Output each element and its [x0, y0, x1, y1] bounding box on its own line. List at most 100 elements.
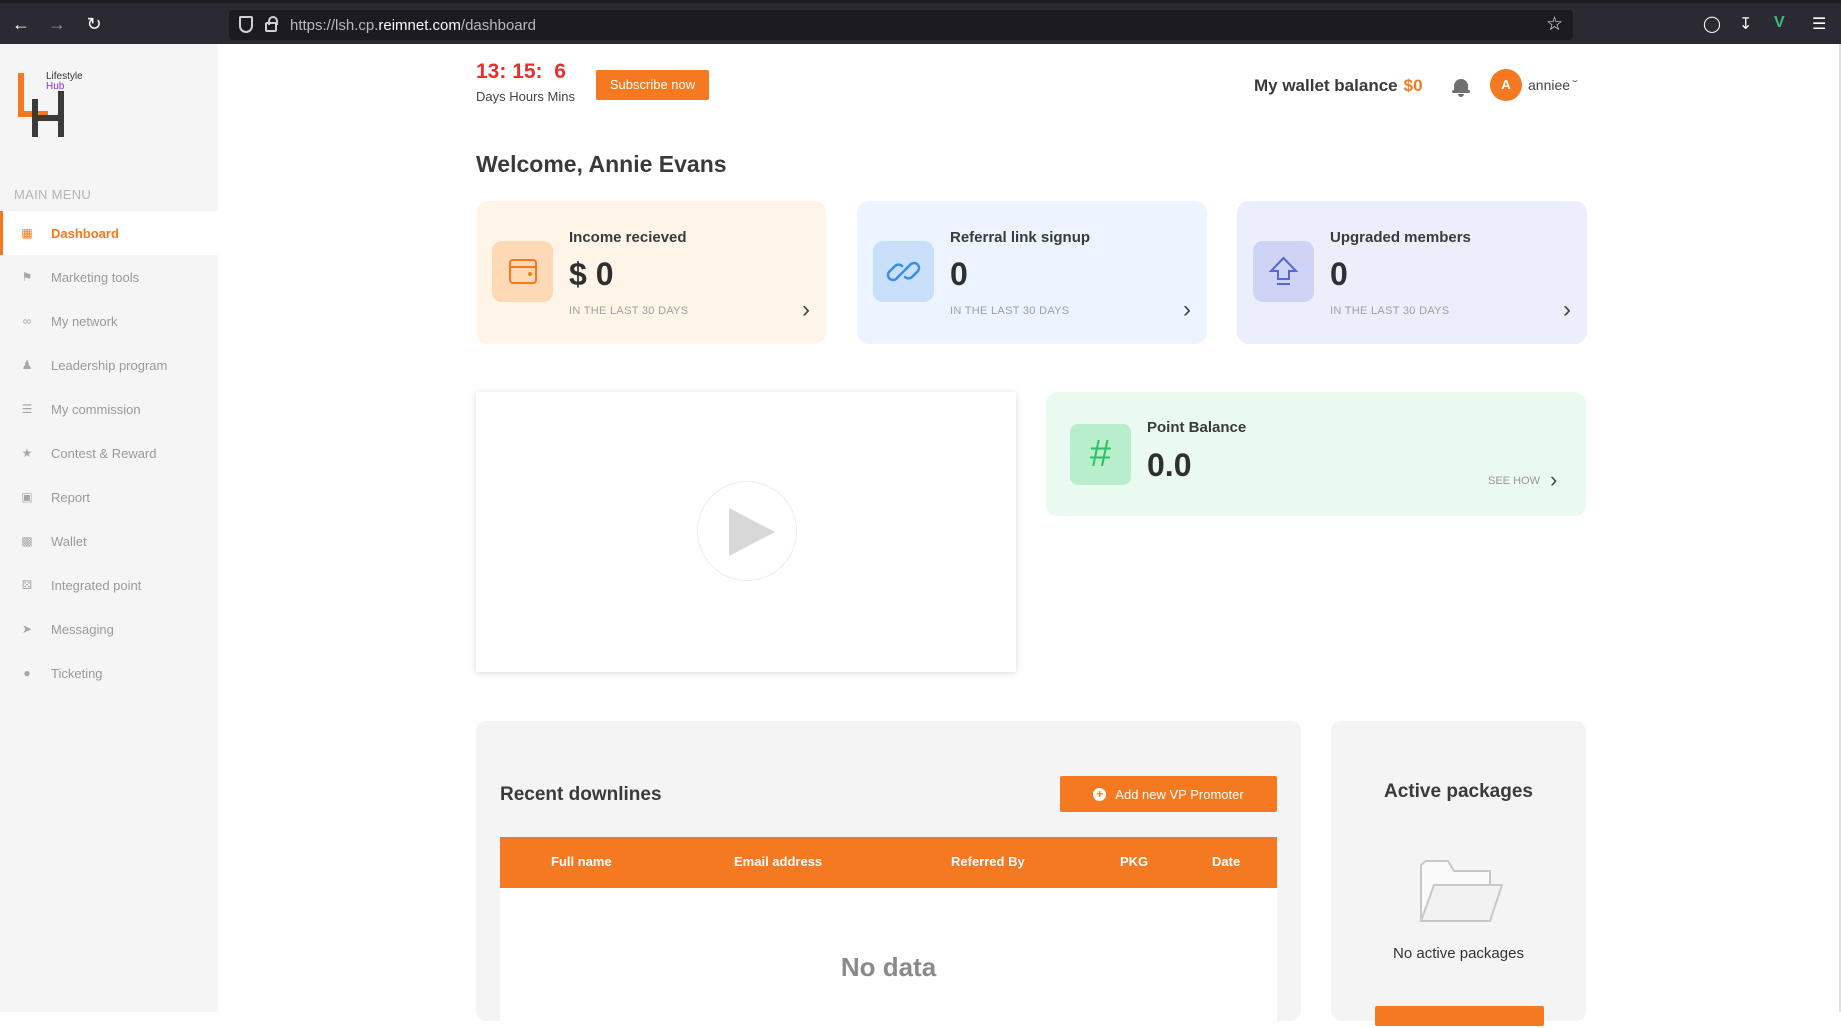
- countdown-units: Days Hours Mins: [476, 89, 575, 104]
- lock-icon[interactable]: [265, 16, 278, 32]
- network-icon: ∞: [22, 314, 32, 328]
- sidebar-item-label: Integrated point: [51, 577, 142, 593]
- megaphone-icon: ⚑: [21, 270, 33, 284]
- video-player[interactable]: [476, 392, 1016, 672]
- point-balance-card: # Point Balance 0.0 SEE HOW ›: [1046, 392, 1586, 516]
- sidebar-item-label: Messaging: [51, 621, 114, 637]
- upgraded-members-card[interactable]: Upgraded members 0 IN THE LAST 30 DAYS ›: [1237, 201, 1587, 344]
- link-icon: [873, 241, 934, 302]
- stat-value: $ 0: [569, 256, 614, 292]
- chevron-right-icon[interactable]: ›: [1183, 296, 1191, 324]
- empty-state: No data: [840, 952, 937, 982]
- download-icon[interactable]: ↧: [1739, 14, 1752, 34]
- table-header: Full name Email address Referred By PKG …: [500, 837, 1277, 888]
- wallet-label: My wallet balance: [1254, 76, 1398, 95]
- sidebar-item-integrated-point[interactable]: ⚄ Integrated point: [0, 563, 218, 607]
- packages-empty-text: No active packages: [1393, 945, 1524, 962]
- sidebar-item-report[interactable]: ▣ Report: [0, 475, 218, 519]
- recent-downlines-panel: Recent downlines + Add new VP Promoter F…: [476, 721, 1301, 1028]
- wallet-icon: [492, 241, 553, 302]
- referral-signup-card[interactable]: Referral link signup 0 IN THE LAST 30 DA…: [857, 201, 1207, 344]
- sidebar-item-label: Contest & Reward: [51, 445, 157, 461]
- sidebar-item-marketing-tools[interactable]: ⚑ Marketing tools: [0, 255, 218, 299]
- add-button-label: Add new VP Promoter: [1115, 786, 1244, 802]
- empty-folder-icon: [1418, 857, 1504, 930]
- chevron-down-icon[interactable]: ˇ: [1572, 78, 1578, 92]
- see-how-link[interactable]: SEE HOW: [1488, 475, 1540, 487]
- reload-icon[interactable]: ↻: [83, 13, 105, 35]
- stat-footnote: IN THE LAST 30 DAYS: [1330, 305, 1450, 317]
- stat-value: 0: [1330, 256, 1348, 292]
- sidebar-item-label: My network: [51, 313, 118, 329]
- shield-icon[interactable]: [239, 16, 253, 33]
- stat-title: Upgraded members: [1330, 229, 1471, 246]
- stat-value: 0: [950, 256, 968, 292]
- stat-footnote: IN THE LAST 30 DAYS: [569, 305, 689, 317]
- lifestyle-hub-logo[interactable]: Lifestyle Hub: [16, 69, 83, 141]
- upgrade-arrow-icon: [1253, 241, 1314, 302]
- add-vp-promoter-button[interactable]: + Add new VP Promoter: [1060, 776, 1277, 812]
- downlines-title: Recent downlines: [500, 784, 662, 805]
- packages-action-button[interactable]: [1375, 1006, 1544, 1026]
- chevron-right-icon[interactable]: ›: [1563, 296, 1571, 324]
- page-title: Welcome, Annie Evans: [476, 151, 727, 177]
- table-body: No data: [500, 888, 1277, 1028]
- sidebar-item-my-network[interactable]: ∞ My network: [0, 299, 218, 343]
- headset-icon: ●: [23, 666, 31, 680]
- wallet-icon: ▩: [21, 534, 33, 548]
- sidebar-item-ticketing[interactable]: ● Ticketing: [0, 651, 218, 695]
- avatar[interactable]: A: [1490, 69, 1522, 101]
- sidebar-item-contest-reward[interactable]: ★ Contest & Reward: [0, 431, 218, 475]
- browser-toolbar: ← → ↻ https://lsh.cp.reimnet.com/dashboa…: [0, 0, 1841, 44]
- sidebar-item-label: Report: [51, 489, 91, 505]
- active-packages-panel: Active packages No active packages: [1331, 721, 1586, 1026]
- bell-icon[interactable]: [1452, 77, 1470, 97]
- users-icon: ♟: [21, 358, 33, 372]
- hash-icon: #: [1070, 424, 1131, 485]
- sidebar-item-messaging[interactable]: ➤ Messaging: [0, 607, 218, 651]
- subscription-countdown: 13: 15: 6 Days Hours Mins: [476, 60, 575, 104]
- sidebar-item-wallet[interactable]: ▩ Wallet: [0, 519, 218, 563]
- sidebar-item-label: Wallet: [51, 533, 87, 549]
- income-received-card[interactable]: Income recieved $ 0 IN THE LAST 30 DAYS …: [476, 201, 826, 344]
- countdown-values: 13: 15: 6: [476, 60, 566, 83]
- sidebar-item-label: Dashboard: [51, 225, 119, 241]
- chevron-right-icon[interactable]: ›: [1550, 467, 1557, 493]
- column-date[interactable]: Date: [1212, 854, 1240, 869]
- column-full-name[interactable]: Full name: [551, 854, 612, 869]
- chat-icon: ▣: [21, 490, 33, 504]
- sidebar-item-my-commission[interactable]: ☰ My commission: [0, 387, 218, 431]
- wallet-amount: $0: [1403, 76, 1423, 95]
- column-referred-by[interactable]: Referred By: [951, 854, 1025, 869]
- wallet-balance[interactable]: My wallet balance $0: [1254, 76, 1423, 96]
- stat-title: Income recieved: [569, 229, 687, 246]
- sidebar: Lifestyle Hub MAIN MENU ▦ Dashboard ⚑ Ma…: [0, 44, 218, 1012]
- sidebar-item-label: Leadership program: [51, 357, 168, 373]
- stat-footnote: IN THE LAST 30 DAYS: [950, 305, 1070, 317]
- forward-icon[interactable]: →: [46, 13, 68, 35]
- play-icon[interactable]: [729, 508, 775, 556]
- menu-hamburger-icon[interactable]: ☰: [1812, 14, 1826, 34]
- trophy-icon: ★: [21, 446, 33, 460]
- address-bar[interactable]: https://lsh.cp.reimnet.com/dashboard ☆: [229, 10, 1573, 40]
- chevron-right-icon[interactable]: ›: [802, 296, 810, 324]
- column-email[interactable]: Email address: [734, 854, 822, 869]
- bookmark-star-icon[interactable]: ☆: [1546, 13, 1563, 36]
- grid-icon: ▦: [21, 226, 33, 240]
- packages-title: Active packages: [1384, 781, 1533, 802]
- subscribe-button[interactable]: Subscribe now: [596, 70, 709, 100]
- plus-circle-icon: +: [1093, 787, 1107, 801]
- sidebar-item-label: My commission: [51, 401, 141, 417]
- sidebar-item-label: Marketing tools: [51, 269, 140, 285]
- pocket-icon[interactable]: ◯: [1703, 14, 1721, 34]
- points-title: Point Balance: [1147, 419, 1247, 436]
- username[interactable]: anniee: [1528, 77, 1570, 93]
- extension-vue-icon[interactable]: V: [1774, 14, 1785, 32]
- dice-icon: ⚄: [21, 578, 33, 592]
- sidebar-item-leadership-program[interactable]: ♟ Leadership program: [0, 343, 218, 387]
- column-pkg[interactable]: PKG: [1120, 854, 1148, 869]
- back-icon[interactable]: ←: [10, 13, 32, 35]
- sidebar-item-dashboard[interactable]: ▦ Dashboard: [0, 211, 218, 255]
- main-menu: ▦ Dashboard ⚑ Marketing tools ∞ My netwo…: [0, 211, 218, 695]
- url-text[interactable]: https://lsh.cp.reimnet.com/dashboard: [290, 17, 536, 34]
